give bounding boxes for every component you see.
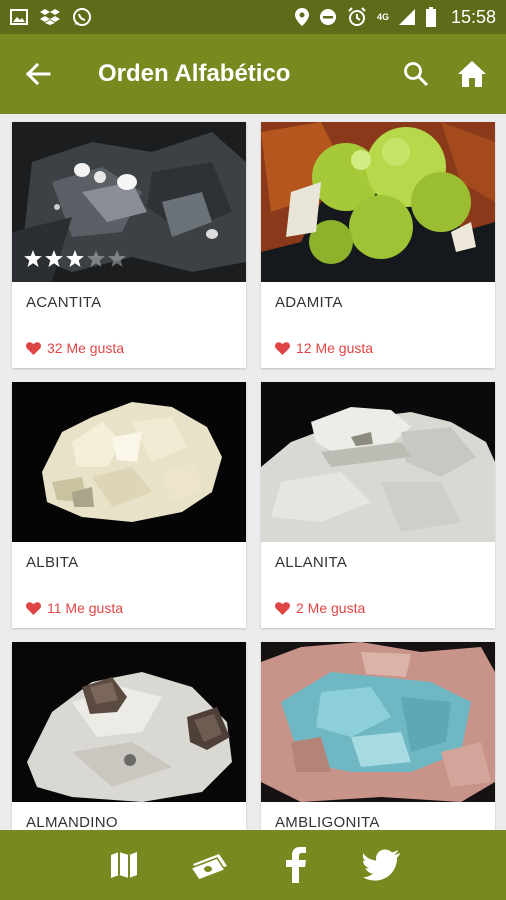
clock: 15:58: [450, 6, 496, 27]
mineral-card[interactable]: ALBITA 11 Me gusta: [12, 382, 246, 628]
heart-icon: [275, 341, 290, 355]
likes-count[interactable]: 32 Me gusta: [26, 340, 124, 356]
search-button[interactable]: [388, 34, 444, 114]
likes-label: 2 Me gusta: [296, 600, 366, 616]
heart-icon: [275, 601, 290, 615]
money-button[interactable]: [188, 843, 232, 887]
mineral-name: ALMANDINO: [26, 814, 118, 830]
map-button[interactable]: [102, 843, 146, 887]
mineral-image: [261, 642, 495, 802]
mineral-card[interactable]: ALLANITA 2 Me gusta: [261, 382, 495, 628]
likes-label: 11 Me gusta: [47, 600, 124, 616]
likes-label: 12 Me gusta: [296, 340, 374, 356]
heart-icon: [26, 341, 41, 355]
app-bar: Orden Alfabético: [0, 34, 506, 114]
mineral-card[interactable]: ACANTITA 32 Me gusta: [12, 122, 246, 368]
facebook-button[interactable]: [274, 843, 318, 887]
do-not-disturb-icon: [319, 9, 336, 25]
likes-count[interactable]: 12 Me gusta: [275, 340, 373, 356]
location-icon: [294, 8, 309, 26]
mineral-name: ALLANITA: [275, 554, 348, 571]
mineral-card[interactable]: ADAMITA 12 Me gusta: [261, 122, 495, 368]
mineral-image: [261, 122, 495, 282]
whatsapp-icon: [73, 8, 91, 26]
money-icon: [189, 854, 227, 880]
page-title: Orden Alfabético: [98, 60, 291, 87]
search-icon: [404, 62, 429, 87]
back-arrow-icon: [25, 62, 51, 86]
mineral-card[interactable]: ALMANDINO: [12, 642, 246, 830]
star-empty-icon: [87, 250, 105, 267]
mineral-grid[interactable]: ACANTITA 32 Me gusta ADAMITA 12 Me gusta…: [0, 114, 506, 830]
mineral-name: AMBLIGONITA: [275, 814, 380, 830]
home-icon: [458, 61, 486, 87]
mineral-image: [12, 642, 246, 802]
star-filled-icon: [66, 250, 84, 267]
rating-stars: [24, 250, 126, 267]
signal-icon: [398, 9, 415, 25]
back-button[interactable]: [8, 34, 68, 114]
mineral-name: ADAMITA: [275, 294, 343, 311]
battery-icon: [425, 7, 436, 27]
likes-count[interactable]: 11 Me gusta: [26, 600, 123, 616]
likes-count[interactable]: 2 Me gusta: [275, 600, 365, 616]
mineral-image: [12, 382, 246, 542]
mineral-name: ACANTITA: [26, 294, 102, 311]
alarm-icon: [348, 7, 366, 26]
likes-label: 32 Me gusta: [47, 340, 125, 356]
dropbox-icon: [40, 9, 60, 25]
home-button[interactable]: [444, 34, 500, 114]
facebook-icon: [286, 847, 306, 883]
status-bar: 4G 15:58: [0, 0, 506, 34]
star-filled-icon: [24, 250, 42, 267]
bottom-bar: [0, 830, 506, 900]
twitter-button[interactable]: [360, 843, 404, 887]
network-type: 4G: [376, 12, 389, 22]
heart-icon: [26, 601, 41, 615]
mineral-name: ALBITA: [26, 554, 79, 571]
image-icon: [10, 9, 28, 25]
twitter-icon: [363, 849, 400, 881]
star-empty-icon: [108, 250, 126, 267]
mineral-card[interactable]: AMBLIGONITA: [261, 642, 495, 830]
star-filled-icon: [45, 250, 63, 267]
map-icon: [111, 852, 137, 878]
mineral-image: [261, 382, 495, 542]
